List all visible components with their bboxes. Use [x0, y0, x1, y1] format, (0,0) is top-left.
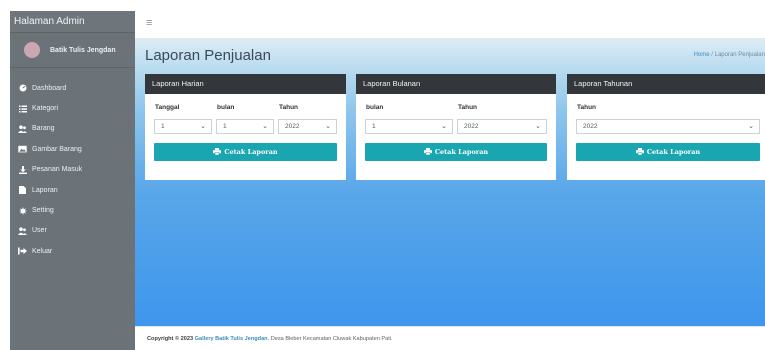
chevron-down-icon: ⌄: [200, 123, 206, 130]
sidebar-item-laporan[interactable]: Laporan: [10, 180, 135, 200]
print-report-button[interactable]: Cetak Laporan: [154, 143, 337, 161]
gear-icon: [17, 206, 28, 215]
breadcrumb: Home / Laporan Penjualan: [694, 52, 765, 58]
users-icon: [17, 125, 28, 133]
card-laporan-bulanan: Laporan Bulanan bulan Tahun 1 ⌄ 2022 ⌄ C…: [356, 74, 556, 180]
sidebar-item-label: Kategori: [32, 105, 59, 113]
select-value: 2022: [583, 123, 598, 130]
sidebar-menu: Dashboard Kategori Barang Gambar Barang …: [10, 68, 135, 262]
card-laporan-harian: Laporan Harian Tanggal bulan Tahun 1 ⌄ 1…: [145, 74, 346, 180]
label-tanggal: Tanggal: [155, 104, 180, 111]
print-button-label: Cetak Laporan: [224, 148, 278, 156]
sidebar-item-label: Barang: [32, 125, 55, 133]
print-button-label: Cetak Laporan: [646, 148, 701, 156]
image-icon: [17, 145, 28, 153]
select-tahun[interactable]: 2022 ⌄: [576, 119, 760, 134]
chevron-down-icon: ⌄: [325, 123, 331, 130]
sidebar-item-gambar-barang[interactable]: Gambar Barang: [10, 139, 135, 159]
card-laporan-tahunan: Laporan Tahunan Tahun 2022 ⌄ Cetak Lapor…: [567, 74, 765, 180]
brand-title[interactable]: Halaman Admin: [10, 11, 135, 33]
label-tahun: Tahun: [458, 104, 478, 111]
users-icon: [17, 227, 28, 235]
print-icon: [635, 147, 644, 157]
print-icon: [423, 147, 432, 157]
sidebar-item-user[interactable]: User: [10, 221, 135, 241]
sidebar: Halaman Admin Batik Tulis Jengdan Dashbo…: [10, 11, 135, 350]
label-bulan: bulan: [217, 104, 235, 111]
chevron-down-icon: ⌄: [262, 123, 268, 130]
select-value: 1: [223, 123, 227, 130]
download-icon: [17, 165, 28, 174]
select-value: 2022: [464, 123, 479, 130]
sidebar-item-label: Setting: [32, 207, 54, 215]
select-tahun[interactable]: 2022 ⌄: [278, 119, 337, 134]
print-report-button[interactable]: Cetak Laporan: [365, 143, 547, 161]
select-bulan[interactable]: 1 ⌄: [365, 119, 453, 134]
chevron-down-icon: ⌄: [535, 123, 541, 130]
sidebar-item-barang[interactable]: Barang: [10, 119, 135, 139]
list-icon: [17, 105, 28, 113]
breadcrumb-home[interactable]: Home: [694, 52, 710, 58]
sidebar-item-dashboard[interactable]: Dashboard: [10, 78, 135, 98]
sidebar-item-setting[interactable]: Setting: [10, 200, 135, 220]
print-icon: [213, 147, 222, 157]
sidebar-item-pesanan-masuk[interactable]: Pesanan Masuk: [10, 160, 135, 180]
user-name: Batik Tulis Jengdan: [50, 46, 116, 54]
label-bulan: bulan: [366, 104, 384, 111]
footer-copyright: Copyright © 2023: [147, 336, 194, 342]
print-report-button[interactable]: Cetak Laporan: [576, 143, 760, 161]
sidebar-item-label: Laporan: [32, 186, 58, 194]
dashboard-icon: [17, 84, 28, 92]
select-value: 2022: [285, 123, 300, 130]
card-title: Laporan Bulanan: [356, 74, 556, 94]
footer-link[interactable]: Gallery Batik Tulis Jengdan: [195, 336, 268, 342]
select-value: 1: [161, 123, 165, 130]
sidebar-item-keluar[interactable]: Keluar: [10, 241, 135, 261]
sidebar-item-label: Gambar Barang: [32, 145, 82, 153]
footer-address: . Desa Bleber Kecamatan Cluwak Kabupaten…: [267, 336, 393, 342]
card-body: Tahun 2022 ⌄ Cetak Laporan: [567, 94, 765, 180]
label-tahun: Tahun: [577, 104, 597, 111]
file-icon: [17, 186, 28, 195]
select-tahun[interactable]: 2022 ⌄: [457, 119, 547, 134]
print-button-label: Cetak Laporan: [434, 148, 489, 156]
sidebar-item-label: User: [32, 227, 47, 235]
card-title: Laporan Tahunan: [567, 74, 765, 94]
sidebar-item-label: Pesanan Masuk: [32, 166, 83, 174]
select-value: 1: [372, 123, 376, 130]
breadcrumb-current: Laporan Penjualan: [714, 52, 765, 58]
avatar: [24, 42, 40, 58]
page-header: Laporan Penjualan Home / Laporan Penjual…: [135, 39, 765, 72]
hamburger-icon[interactable]: ≡: [146, 17, 152, 29]
chevron-down-icon: ⌄: [748, 123, 754, 130]
sidebar-item-label: Keluar: [32, 247, 53, 255]
breadcrumb-separator: /: [711, 52, 713, 58]
sidebar-item-label: Dashboard: [32, 84, 67, 92]
user-panel: Batik Tulis Jengdan: [10, 33, 135, 68]
signout-icon: [17, 247, 28, 255]
chevron-down-icon: ⌄: [441, 123, 447, 130]
sidebar-item-kategori[interactable]: Kategori: [10, 98, 135, 118]
select-bulan[interactable]: 1 ⌄: [216, 119, 274, 134]
footer: Copyright © 2023 Gallery Batik Tulis Jen…: [135, 326, 765, 350]
select-tanggal[interactable]: 1 ⌄: [154, 119, 212, 134]
content-wrapper: Laporan Penjualan Home / Laporan Penjual…: [135, 39, 765, 326]
page-title: Laporan Penjualan: [145, 47, 271, 64]
card-body: bulan Tahun 1 ⌄ 2022 ⌄ Cetak Laporan: [356, 94, 556, 180]
card-title: Laporan Harian: [145, 74, 346, 94]
top-navbar: ≡: [135, 11, 765, 39]
card-body: Tanggal bulan Tahun 1 ⌄ 1 ⌄ 2022 ⌄ Cetak…: [145, 94, 346, 180]
label-tahun: Tahun: [279, 104, 299, 111]
